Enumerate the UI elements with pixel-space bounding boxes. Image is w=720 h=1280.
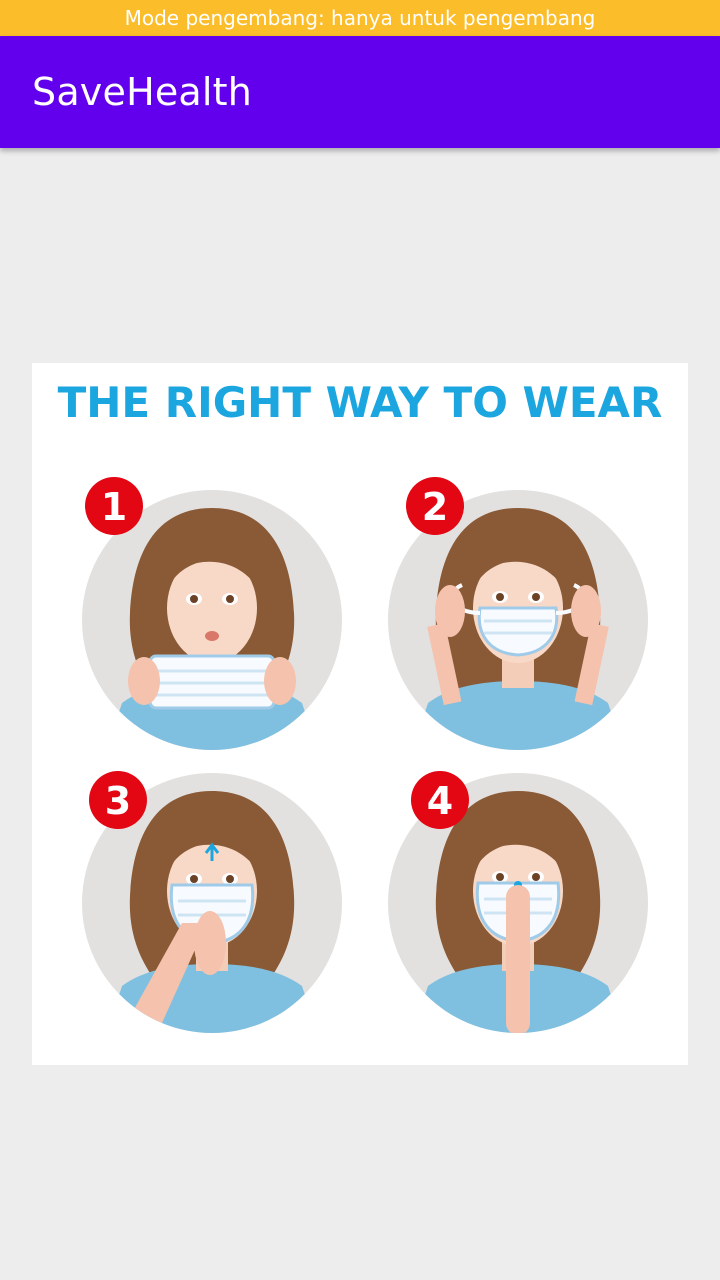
- app-bar: SaveHealth: [0, 36, 720, 148]
- mask-infographic: THE RIGHT WAY TO WEAR 1 2 3 4: [58, 378, 663, 1033]
- developer-mode-banner: Mode pengembang: hanya untuk pengembang: [0, 0, 720, 36]
- step-3-badge: 3: [89, 771, 147, 829]
- infographic-heading: THE RIGHT WAY TO WEAR: [58, 378, 663, 427]
- step-3-number: 3: [105, 779, 131, 823]
- step-2-badge: 2: [406, 477, 464, 535]
- developer-mode-text: Mode pengembang: hanya untuk pengembang: [124, 6, 596, 30]
- step-1-number: 1: [101, 485, 127, 529]
- step-4-number: 4: [427, 779, 453, 823]
- step-1-badge: 1: [85, 477, 143, 535]
- step-4-badge: 4: [411, 771, 469, 829]
- step-2-number: 2: [422, 485, 448, 529]
- mask-instructions-image: THE RIGHT WAY TO WEAR 1 2 3 4: [32, 363, 688, 1065]
- app-title: SaveHealth: [32, 70, 253, 114]
